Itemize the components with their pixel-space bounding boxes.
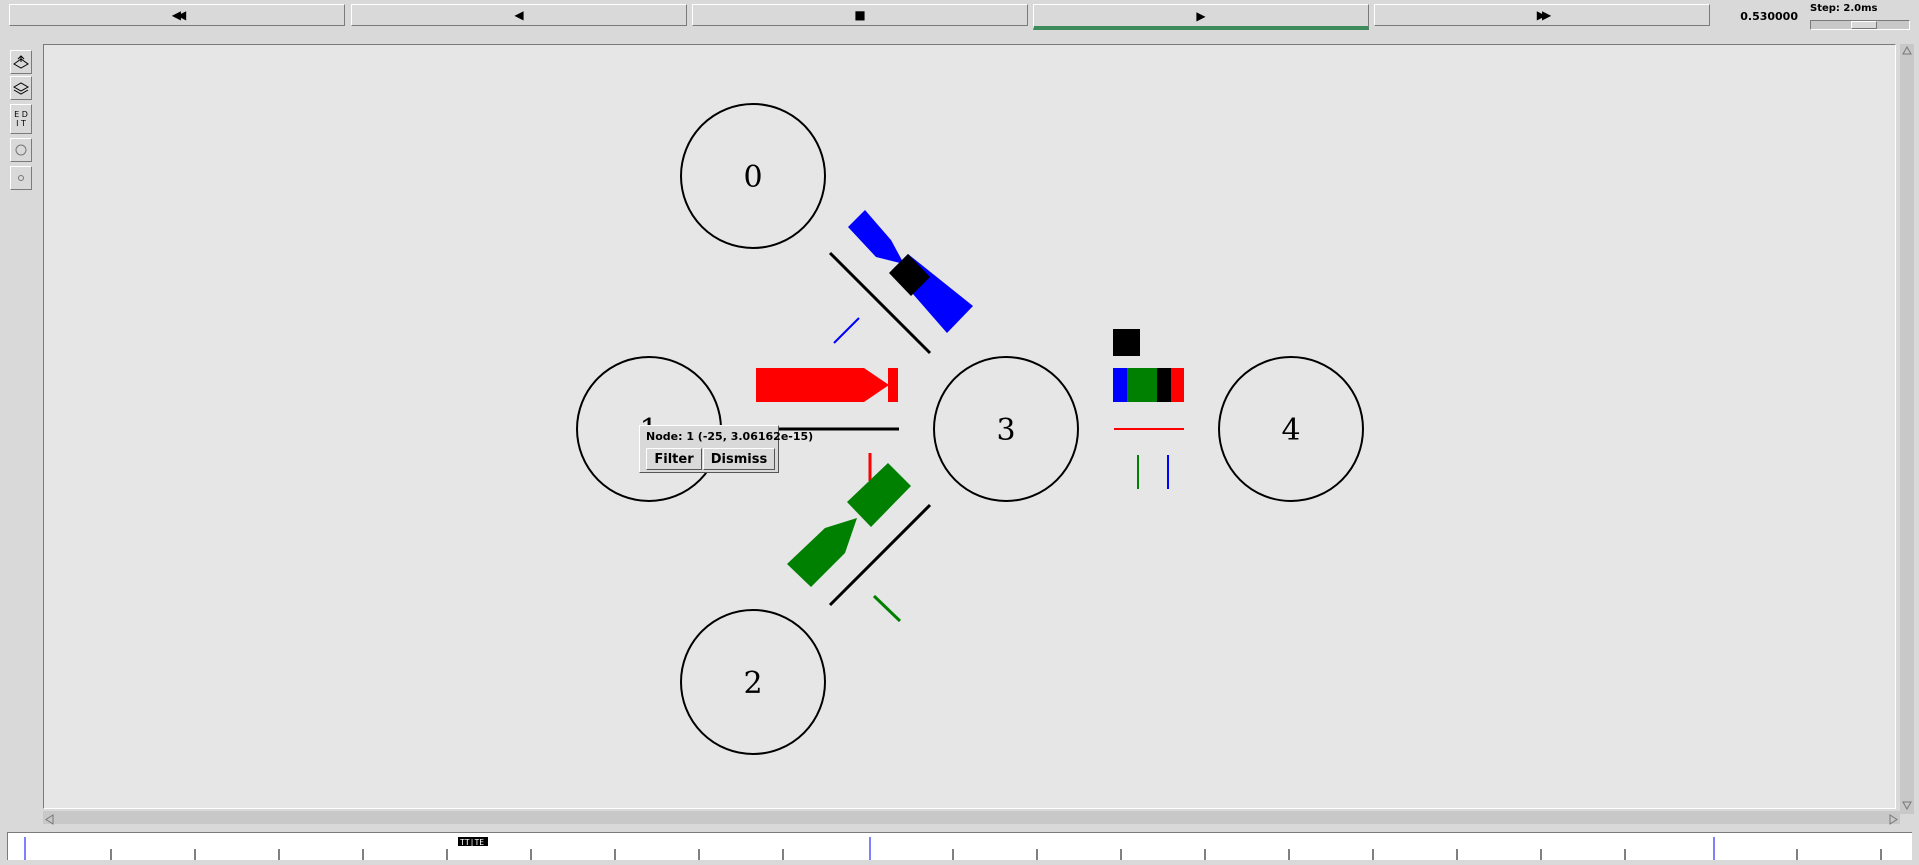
timeline-ticks: TT|TE bbox=[24, 837, 1882, 860]
dismiss-button[interactable]: Dismiss bbox=[703, 448, 775, 470]
node-4[interactable]: 4 bbox=[1218, 356, 1364, 502]
zoom-in-tool[interactable] bbox=[10, 50, 32, 74]
queue-packet-blue[interactable] bbox=[1113, 368, 1127, 402]
time-display: 0.530000 bbox=[1740, 9, 1798, 23]
step-slider-thumb[interactable] bbox=[1851, 21, 1877, 29]
queue-packet-black[interactable] bbox=[1113, 329, 1140, 356]
toolbar: ◀◀ ◀ ■ ▶ ▶▶ 0.530000 Step: 2.0ms bbox=[0, 0, 1919, 34]
step-back-button[interactable]: ◀ bbox=[351, 4, 687, 26]
stop-icon: ■ bbox=[854, 8, 866, 22]
play-button[interactable]: ▶ bbox=[1033, 4, 1369, 30]
packet-green[interactable] bbox=[847, 463, 911, 527]
step-control: Step: 2.0ms bbox=[1806, 2, 1914, 30]
zoom-out-tool[interactable] bbox=[10, 76, 32, 100]
timeline[interactable]: TT|TE bbox=[7, 832, 1912, 860]
large-node-tool[interactable] bbox=[10, 138, 32, 162]
fast-forward-icon: ▶▶ bbox=[1536, 8, 1552, 22]
filter-button[interactable]: Filter bbox=[646, 448, 702, 470]
queue-packet-red[interactable] bbox=[1171, 368, 1184, 402]
play-icon: ▶ bbox=[1196, 8, 1206, 23]
node-label: 4 bbox=[1281, 413, 1300, 448]
node-label: 0 bbox=[743, 160, 762, 195]
timeline-event-label: TT|TE bbox=[460, 838, 484, 847]
scrollbar-arrows-icon bbox=[45, 814, 1898, 825]
zoom-out-icon bbox=[12, 82, 30, 95]
node-0[interactable]: 0 bbox=[680, 103, 826, 249]
horizontal-scrollbar[interactable] bbox=[43, 811, 1900, 825]
packet-red[interactable] bbox=[888, 368, 898, 402]
circle-icon bbox=[15, 144, 27, 156]
packet-red[interactable] bbox=[756, 368, 889, 402]
step-back-icon: ◀ bbox=[514, 8, 524, 22]
node-3[interactable]: 3 bbox=[933, 356, 1079, 502]
node-label: 2 bbox=[743, 666, 762, 701]
network-topology: 0 1 2 3 4 bbox=[576, 103, 1364, 755]
popup-title: Node: 1 (-25, 3.06162e-15) bbox=[646, 430, 814, 443]
packet-drop-green[interactable] bbox=[872, 594, 902, 623]
small-node-tool[interactable] bbox=[10, 166, 32, 190]
scrollbar-arrows-icon bbox=[1902, 45, 1912, 811]
network-canvas[interactable]: 0 1 2 3 4 bbox=[43, 44, 1896, 809]
fast-forward-button[interactable]: ▶▶ bbox=[1374, 4, 1710, 26]
step-label: Step: 2.0ms bbox=[1810, 3, 1878, 14]
packet-blue[interactable] bbox=[848, 210, 904, 264]
queue-packet-black[interactable] bbox=[1157, 368, 1171, 402]
edit-tool[interactable]: E D I T bbox=[10, 104, 32, 134]
zoom-in-icon bbox=[13, 55, 29, 69]
stop-button[interactable]: ■ bbox=[692, 4, 1028, 26]
small-circle-icon bbox=[18, 175, 24, 181]
fast-rewind-icon: ◀◀ bbox=[171, 8, 187, 22]
queue-packet-green[interactable] bbox=[1127, 368, 1157, 402]
node-label: 3 bbox=[996, 413, 1015, 448]
packet-drop-blue[interactable] bbox=[833, 317, 860, 344]
vertical-scrollbar[interactable] bbox=[1900, 44, 1914, 814]
packet-green[interactable] bbox=[787, 518, 857, 587]
link-2-3[interactable] bbox=[828, 503, 932, 607]
step-slider[interactable] bbox=[1810, 20, 1910, 30]
rewind-button[interactable]: ◀◀ bbox=[9, 4, 345, 26]
node-2[interactable]: 2 bbox=[680, 609, 826, 755]
node-info-popup: Node: 1 (-25, 3.06162e-15) Filter Dismis… bbox=[639, 425, 813, 473]
